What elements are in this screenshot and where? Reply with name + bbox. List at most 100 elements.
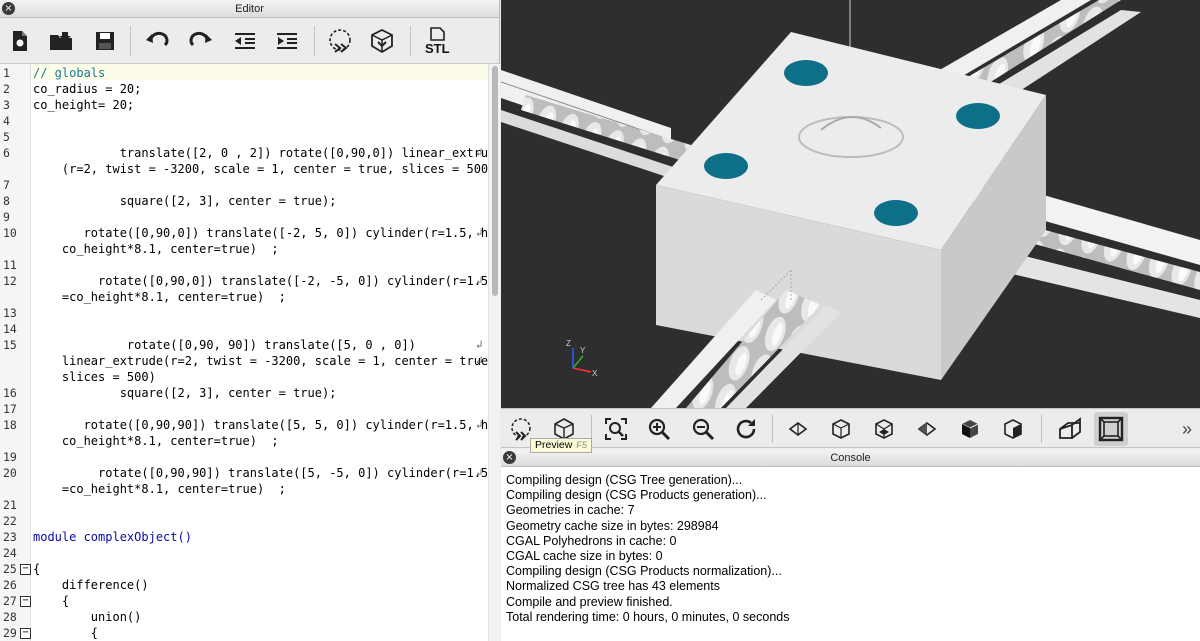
view-toolbar: » xyxy=(501,408,1200,448)
editor-scrollbar[interactable] xyxy=(488,64,500,641)
more-tools-button[interactable]: » xyxy=(1175,412,1199,446)
console-line: Normalized CSG tree has 43 elements xyxy=(506,579,720,594)
indent-button[interactable] xyxy=(270,24,304,58)
code-line[interactable]: 16 square([2, 3], center = true); xyxy=(0,385,488,401)
undo-button[interactable] xyxy=(140,24,174,58)
code-line[interactable]: 7 xyxy=(0,177,488,193)
code-line[interactable]: 9 xyxy=(0,209,488,225)
code-line[interactable]: 20 rotate([0,90,90]) translate([5, -5, 0… xyxy=(0,465,488,481)
console-line: Geometries in cache: 7 xyxy=(506,503,635,518)
console-titlebar: × Console xyxy=(501,449,1200,467)
axis-y-label: Y xyxy=(580,346,586,355)
code-text: difference() xyxy=(33,578,149,592)
console-output[interactable]: Compiling design (CSG Tree generation)..… xyxy=(501,467,1200,625)
code-line[interactable]: 27− { xyxy=(0,593,488,609)
code-line[interactable]: 3 co_height= 20; xyxy=(0,97,488,113)
fold-toggle-icon[interactable]: − xyxy=(20,596,31,607)
code-line[interactable]: 6 translate([2, 0 , 2]) rotate([0,90,0])… xyxy=(0,145,488,161)
code-line[interactable]: =co_height*8.1, center=true) ; xyxy=(0,289,488,305)
tooltip-shortcut: F5 xyxy=(576,440,587,450)
orthogonal-button[interactable] xyxy=(1094,412,1128,446)
code-line[interactable]: 8 square([2, 3], center = true); xyxy=(0,193,488,209)
view-top-button[interactable] xyxy=(824,412,858,446)
code-line[interactable]: co_height*8.1, center=true) ; xyxy=(0,241,488,257)
orthogonal-icon xyxy=(1098,416,1124,442)
code-text: rotate([0,90,0]) translate([-2, -5, 0]) … xyxy=(33,274,488,288)
perspective-button[interactable] xyxy=(1053,412,1087,446)
line-number: 27 xyxy=(3,594,17,608)
line-number: 29 xyxy=(3,626,17,640)
preview-button[interactable] xyxy=(323,24,357,58)
code-line[interactable]: 14 xyxy=(0,321,488,337)
console-close-icon[interactable]: × xyxy=(503,451,516,464)
new-file-button[interactable] xyxy=(3,24,37,58)
code-line[interactable]: 12 rotate([0,90,0]) translate([-2, -5, 0… xyxy=(0,273,488,289)
code-line[interactable]: 21 xyxy=(0,497,488,513)
view-back-button[interactable] xyxy=(996,412,1030,446)
open-file-button[interactable] xyxy=(44,24,78,58)
code-line[interactable]: 18 rotate([0,90,90]) translate([5, 5, 0]… xyxy=(0,417,488,433)
console-line: Compiling design (CSG Tree generation)..… xyxy=(506,473,743,487)
code-text: co_height*8.1, center=true) ; xyxy=(33,242,279,256)
fold-toggle-icon[interactable]: − xyxy=(20,628,31,639)
wrap-indicator-icon: ↲ xyxy=(476,418,483,431)
code-text: rotate([0,90,90]) translate([5, -5, 0]) … xyxy=(33,466,488,480)
view-bottom-button[interactable] xyxy=(867,412,901,446)
code-line[interactable]: 1 // globals xyxy=(0,65,488,81)
save-icon xyxy=(96,32,114,50)
code-text: square([2, 3], center = true); xyxy=(33,386,337,400)
code-line[interactable]: 29− { xyxy=(0,625,488,641)
code-line[interactable]: 5 xyxy=(0,129,488,145)
editor-close-icon[interactable]: × xyxy=(2,2,15,15)
code-line[interactable]: 26 difference() xyxy=(0,577,488,593)
code-text: translate([2, 0 , 2]) rotate([0,90,0]) l… xyxy=(33,146,488,160)
console-line: Total rendering time: 0 hours, 0 minutes… xyxy=(506,609,790,624)
unindent-button[interactable] xyxy=(228,24,262,58)
code-text: { xyxy=(33,562,41,576)
code-line[interactable]: 15 rotate([0,90, 90]) translate([5, 0 , … xyxy=(0,337,488,353)
line-number: 17 xyxy=(3,402,17,416)
view-right-button[interactable] xyxy=(781,412,815,446)
export-stl-button[interactable]: STL xyxy=(420,24,454,58)
code-line[interactable]: 25−{ xyxy=(0,561,488,577)
line-number: 14 xyxy=(3,322,17,336)
code-line[interactable]: 17 xyxy=(0,401,488,417)
view-left-button[interactable] xyxy=(910,412,944,446)
line-number: 21 xyxy=(3,498,17,512)
zoom-out-button[interactable] xyxy=(686,412,720,446)
code-editor[interactable]: 1 // globals 2 co_radius = 20; 3 co_height= 2… xyxy=(0,64,488,641)
view-all-button[interactable] xyxy=(599,412,633,446)
view-front-button[interactable] xyxy=(953,412,987,446)
code-line[interactable]: 4 xyxy=(0,113,488,129)
line-number: 12 xyxy=(3,274,17,288)
code-line[interactable]: co_height*8.1, center=true) ; xyxy=(0,433,488,449)
3d-viewport[interactable]: Z Y X xyxy=(501,0,1200,408)
code-line[interactable]: 22 xyxy=(0,513,488,529)
zoom-out-icon xyxy=(692,418,715,441)
wrap-indicator-icon: ↲ xyxy=(476,226,483,239)
line-number: 16 xyxy=(3,386,17,400)
code-line[interactable]: 19 xyxy=(0,449,488,465)
code-line[interactable]: 24 xyxy=(0,545,488,561)
code-line[interactable]: 11 xyxy=(0,257,488,273)
code-line[interactable]: (r=2, twist = -3200, scale = 1, center =… xyxy=(0,161,488,177)
code-line[interactable]: 13 xyxy=(0,305,488,321)
fold-toggle-icon[interactable]: − xyxy=(20,564,31,575)
code-text: square([2, 3], center = true); xyxy=(33,194,337,208)
code-line[interactable]: 28 union() xyxy=(0,609,488,625)
reset-view-button[interactable] xyxy=(729,412,763,446)
code-line[interactable]: 2 co_radius = 20; xyxy=(0,81,488,97)
save-button[interactable] xyxy=(88,24,122,58)
code-line[interactable]: slices = 500) xyxy=(0,369,488,385)
redo-button[interactable] xyxy=(184,24,218,58)
render-button[interactable] xyxy=(365,24,399,58)
zoom-in-button[interactable] xyxy=(642,412,676,446)
line-number: 26 xyxy=(3,578,17,592)
code-line[interactable]: =co_height*8.1, center=true) ; xyxy=(0,481,488,497)
render-icon xyxy=(371,28,393,54)
code-line[interactable]: 10 rotate([0,90,0]) translate([-2, 5, 0]… xyxy=(0,225,488,241)
code-line[interactable]: linear_extrude(r=2, twist = -3200, scale… xyxy=(0,353,488,369)
scrollbar-thumb[interactable] xyxy=(492,66,498,296)
code-text: =co_height*8.1, center=true) ; xyxy=(33,482,286,496)
code-line[interactable]: 23 module complexObject() xyxy=(0,529,488,545)
